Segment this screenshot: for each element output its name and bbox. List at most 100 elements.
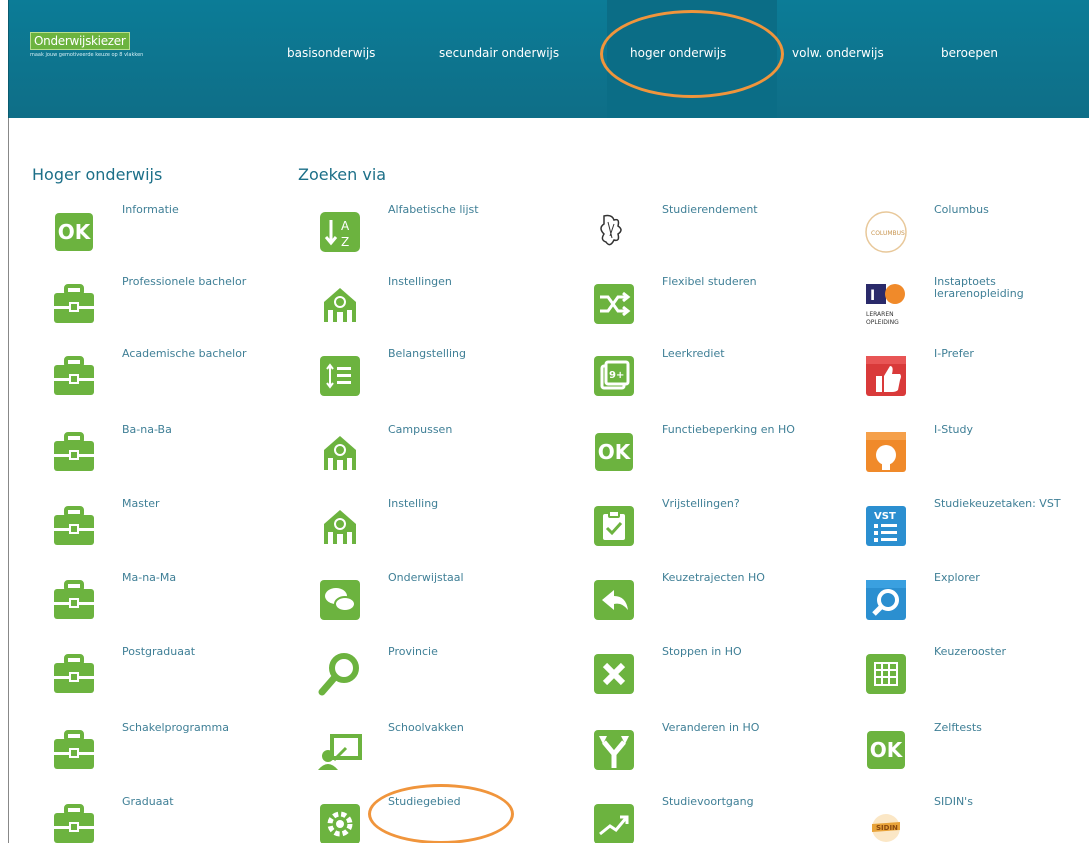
link-label: Studievoortgang <box>662 795 754 808</box>
svg-text:COLUMBUS: COLUMBUS <box>871 230 905 237</box>
link-postgraduaat[interactable]: Postgraduaat <box>50 646 310 714</box>
link-schakelprogramma[interactable]: Schakelprogramma <box>50 722 310 790</box>
link-label: Veranderen in HO <box>662 721 760 734</box>
link-flexibel-studeren[interactable]: Flexibel studeren <box>590 276 850 344</box>
link-studievoortgang[interactable]: Studievoortgang <box>590 796 850 843</box>
link-columbus[interactable]: COLUMBUS Columbus <box>862 204 1089 272</box>
link-sidin-s[interactable]: SIDIN SIDIN's <box>862 796 1089 843</box>
svg-text:LERAREN: LERAREN <box>866 311 894 318</box>
link-label: Provincie <box>388 645 438 658</box>
link-keuzetrajecten-ho[interactable]: Keuzetrajecten HO <box>590 572 850 640</box>
link-label: Instaptoets lerarenopleiding <box>934 275 1024 300</box>
section-title-zoeken-via: Zoeken via <box>298 165 387 184</box>
link-label: Studierendement <box>662 203 758 216</box>
link-academische-bachelor[interactable]: Academische bachelor <box>50 348 310 416</box>
link-onderwijstaal[interactable]: Onderwijstaal <box>316 572 576 640</box>
link-studierendement[interactable]: Studierendement <box>590 204 850 272</box>
ok-icon: OK <box>862 726 910 774</box>
link-zelftests[interactable]: OK Zelftests <box>862 722 1089 790</box>
clipboard-check-icon <box>590 502 638 550</box>
svg-text:A: A <box>341 219 350 233</box>
link-label: Functiebeperking en HO <box>662 423 795 436</box>
link-label: Ma-na-Ma <box>122 571 177 584</box>
top-header: Onderwijskiezer maak jouw gemotiveerde k… <box>8 0 1089 118</box>
link-vrijstellingen[interactable]: Vrijstellingen? <box>590 498 850 566</box>
svg-text:I: I <box>870 288 875 304</box>
link-functiebeperking-en-ho[interactable]: OK Functiebeperking en HO <box>590 424 850 492</box>
link-label: Academische bachelor <box>122 347 247 360</box>
svg-text:VST: VST <box>874 511 896 522</box>
nav-secundair-onderwijs[interactable]: secundair onderwijs <box>439 46 559 60</box>
link-instelling[interactable]: Instelling <box>316 498 576 566</box>
link-veranderen-in-ho[interactable]: Veranderen in HO <box>590 722 850 790</box>
link-instaptoets-lerarenopleiding[interactable]: I LERAREN OPLEIDING Instaptoets lerarenople… <box>862 276 1089 344</box>
link-label: Zelftests <box>934 721 982 734</box>
briefcase-icon <box>50 502 98 550</box>
split-arrow-icon <box>590 726 638 774</box>
nav-basisonderwijs[interactable]: basisonderwijs <box>287 46 375 60</box>
lion-logo-icon <box>590 208 638 256</box>
briefcase-icon <box>50 800 98 843</box>
link-label: SIDIN's <box>934 795 973 808</box>
link-label: Vrijstellingen? <box>662 497 740 510</box>
link-i-prefer[interactable]: I-Prefer <box>862 348 1089 416</box>
link-instellingen[interactable]: Instellingen <box>316 276 576 344</box>
link-leerkrediet[interactable]: 9+ Leerkrediet <box>590 348 850 416</box>
link-studiekeuzetaken-vst[interactable]: VST Studiekeuzetaken: VST <box>862 498 1089 566</box>
trend-icon <box>590 800 638 843</box>
svg-text:9+: 9+ <box>609 370 624 381</box>
link-explorer[interactable]: Explorer <box>862 572 1089 640</box>
reply-icon <box>590 576 638 624</box>
link-alfabetische-lijst[interactable]: A Z Alfabetische lijst <box>316 204 576 272</box>
magnifier-icon <box>316 650 364 698</box>
sort-az-icon: AZ <box>316 208 364 256</box>
briefcase-icon <box>50 726 98 774</box>
link-provincie[interactable]: Provincie <box>316 646 576 714</box>
bulb-icon <box>862 428 910 476</box>
sidin-logo-icon: SIDIN <box>862 800 910 843</box>
link-schoolvakken[interactable]: Schoolvakken <box>316 722 576 790</box>
link-label: Leerkrediet <box>662 347 725 360</box>
briefcase-icon <box>50 650 98 698</box>
link-label: I-Prefer <box>934 347 974 360</box>
link-stoppen-in-ho[interactable]: Stoppen in HO <box>590 646 850 714</box>
link-informatie[interactable]: OK Informatie <box>50 204 310 272</box>
link-label: Instelling <box>388 497 439 510</box>
page-left-border <box>8 118 9 843</box>
briefcase-icon <box>50 576 98 624</box>
columbus-logo-icon: COLUMBUS <box>862 208 910 256</box>
svg-text:OPLEIDING: OPLEIDING <box>866 319 899 326</box>
link-ma-na-ma[interactable]: Ma-na-Ma <box>50 572 310 640</box>
link-belangstelling[interactable]: Belangstelling <box>316 348 576 416</box>
link-master[interactable]: Master <box>50 498 310 566</box>
shuffle-icon <box>590 280 638 328</box>
link-ba-na-ba[interactable]: Ba-na-Ba <box>50 424 310 492</box>
link-label: Onderwijstaal <box>388 571 464 584</box>
nav-volw-onderwijs[interactable]: volw. onderwijs <box>792 46 884 60</box>
link-label: Studiekeuzetaken: VST <box>934 497 1061 510</box>
chat-icon <box>316 576 364 624</box>
teacher-icon <box>316 726 364 774</box>
link-label: Columbus <box>934 203 989 216</box>
link-studiegebied[interactable]: Studiegebied <box>316 796 576 843</box>
link-keuzerooster[interactable]: Keuzerooster <box>862 646 1089 714</box>
link-label: Professionele bachelor <box>122 275 247 288</box>
link-professionele-bachelor[interactable]: Professionele bachelor <box>50 276 310 344</box>
link-graduaat[interactable]: Graduaat <box>50 796 310 843</box>
grid-icon <box>862 650 910 698</box>
svg-text:SIDIN: SIDIN <box>876 824 898 832</box>
building-icon <box>316 428 364 476</box>
ok-icon: OK <box>50 208 98 256</box>
link-label: Schakelprogramma <box>122 721 229 734</box>
briefcase-icon <box>50 428 98 476</box>
ilo-logo-icon: I LERAREN OPLEIDING <box>862 280 910 328</box>
link-label: Keuzerooster <box>934 645 1007 658</box>
link-label: Postgraduaat <box>122 645 196 658</box>
link-i-study[interactable]: I-Study <box>862 424 1089 492</box>
main-nav: basisonderwijs secundair onderwijs hoger… <box>9 0 1089 118</box>
link-label: Campussen <box>388 423 453 436</box>
nav-beroepen[interactable]: beroepen <box>941 46 998 60</box>
link-campussen[interactable]: Campussen <box>316 424 576 492</box>
nav-hoger-onderwijs[interactable]: hoger onderwijs <box>630 46 726 60</box>
svg-text:Z: Z <box>341 235 349 249</box>
